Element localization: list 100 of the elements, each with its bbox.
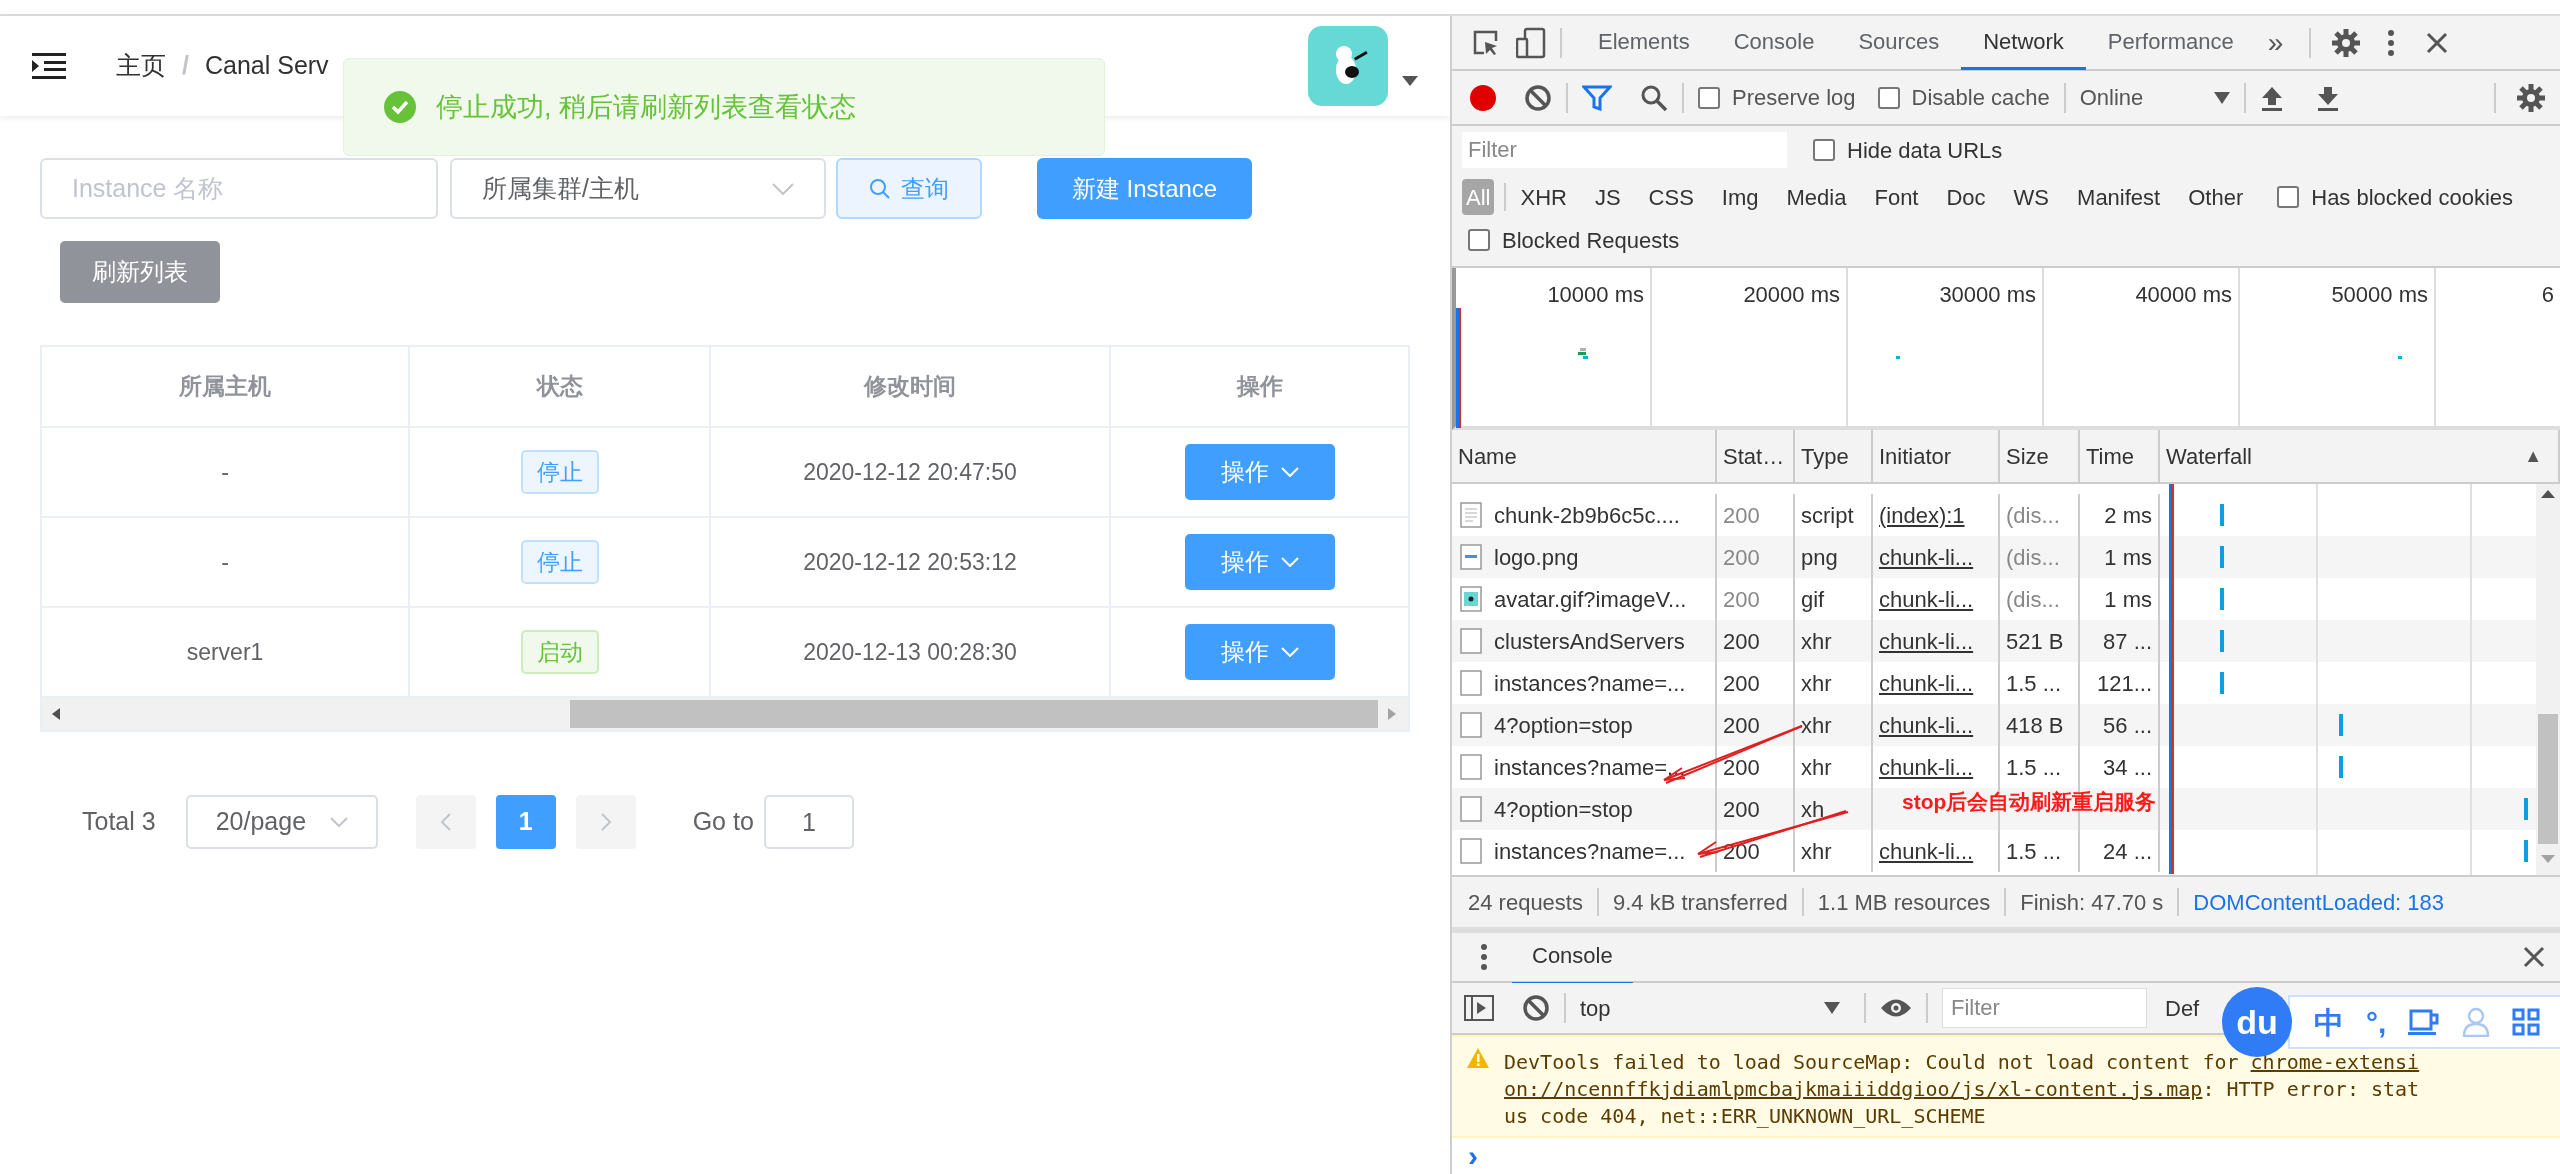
sort-indicator[interactable]: ▲ <box>2524 442 2542 470</box>
throttling-select[interactable]: Online <box>2079 81 2230 114</box>
resource-type-filter[interactable]: Img <box>1717 179 1763 215</box>
column-header[interactable]: Initiator <box>1879 439 1952 473</box>
column-header[interactable]: Time <box>2086 439 2135 473</box>
context-select[interactable]: top <box>1580 991 1850 1025</box>
request-size: 521 B <box>2006 627 2064 656</box>
resource-type-filter[interactable]: Other <box>2184 179 2248 215</box>
initiator-link[interactable]: chunk-li... <box>1879 624 1974 658</box>
timeline-tick-label: 50000 ms <box>2331 281 2428 309</box>
resource-type-filter[interactable]: Manifest <box>2073 179 2165 215</box>
timeline-tick-label: 20000 ms <box>1743 281 1840 309</box>
initiator-link[interactable]: chunk-li... <box>1879 708 1974 742</box>
checkbox-label[interactable]: Disable cache <box>1911 81 2050 114</box>
initiator-link[interactable]: (index):1 <box>1879 498 1965 532</box>
table-cell: 2020-12-12 20:53:12 <box>711 518 1111 606</box>
initiator-link[interactable]: chunk-li... <box>1879 540 1974 574</box>
resource-type-filter[interactable]: Font <box>1870 179 1923 215</box>
summary-text: DOMContentLoaded: 183 <box>2193 888 2445 917</box>
annotation-text: stop后会自动刷新重启服务 <box>1902 789 2157 815</box>
request-size: (dis... <box>2006 501 2060 530</box>
summary-text: 9.4 kB transferred <box>1612 888 1788 917</box>
request-time: 1 ms <box>2104 543 2152 572</box>
checkbox-label[interactable]: Has blocked cookies <box>2311 180 2514 214</box>
request-time: 34 ... <box>2103 753 2152 782</box>
request-name[interactable]: instances?name=... <box>1494 834 1686 868</box>
table-cell: - <box>42 428 410 516</box>
timeline-tick-label: 30000 ms <box>1939 281 2036 309</box>
request-name[interactable]: clustersAndServers <box>1494 624 1685 658</box>
page-size-select[interactable]: 20/page <box>185 795 378 849</box>
column-header: 修改时间 <box>711 347 1111 426</box>
request-type: xhr <box>1801 753 1832 782</box>
request-name[interactable]: avatar.gif?imageV... <box>1494 582 1687 616</box>
toast-message: 停止成功, 稍后请刷新列表查看状态 <box>436 90 856 124</box>
request-time: 24 ... <box>2103 837 2152 866</box>
column-header[interactable]: Size <box>2006 439 2049 473</box>
table-cell: 2020-12-12 20:47:50 <box>711 428 1111 516</box>
request-name[interactable]: 4?option=stop <box>1494 792 1633 826</box>
request-type: xhr <box>1801 669 1832 698</box>
initiator-link[interactable]: chunk-li... <box>1879 834 1974 868</box>
request-type: png <box>1801 543 1838 572</box>
timeline-tick-label: 10000 ms <box>1547 281 1644 309</box>
goto-label: Go to <box>692 806 754 838</box>
checkbox-label[interactable]: Hide data URLs <box>1847 133 2003 167</box>
breadcrumb-item[interactable]: Canal Serv <box>204 47 329 85</box>
table-cell: - <box>42 518 410 606</box>
goto-page-input[interactable]: 1 <box>763 795 854 849</box>
initiator-link[interactable]: chunk-li... <box>1879 582 1974 616</box>
table-cell: 2020-12-13 00:28:30 <box>711 608 1111 696</box>
status-code: 200 <box>1723 501 1760 530</box>
log-levels-select[interactable]: Def <box>2165 991 2200 1025</box>
request-name[interactable]: 4?option=stop <box>1494 708 1633 742</box>
request-time: 87 ... <box>2103 627 2152 656</box>
resource-type-filter[interactable]: XHR <box>1516 179 1571 215</box>
initiator-link[interactable]: chunk-li... <box>1879 750 1974 784</box>
request-time: 1 ms <box>2104 585 2152 614</box>
devtools-tab[interactable]: Performance <box>2085 15 2256 70</box>
request-size: 1.5 ... <box>2006 753 2062 782</box>
checkbox-label[interactable]: Blocked Requests <box>1502 223 1680 257</box>
more-tabs-button[interactable]: » <box>2255 21 2296 64</box>
devtools-tab[interactable]: Elements <box>1576 15 1712 70</box>
request-name[interactable]: chunk-2b9b6c5c.... <box>1494 498 1680 532</box>
request-name[interactable]: instances?name=... <box>1494 666 1686 700</box>
request-name[interactable]: logo.png <box>1494 540 1579 574</box>
summary-text: 24 requests <box>1468 888 1583 917</box>
request-type: xhr <box>1801 837 1832 866</box>
column-header[interactable]: Stat… <box>1723 439 1785 473</box>
cluster-select[interactable]: 所属集群/主机 <box>450 158 826 219</box>
initiator-link[interactable]: chunk-li... <box>1879 666 1974 700</box>
resource-type-filter[interactable]: Doc <box>1942 179 1990 215</box>
column-header[interactable]: Type <box>1801 439 1849 473</box>
summary-text: 1.1 MB resources <box>1817 888 1991 917</box>
status-tag: 启动 <box>520 630 599 674</box>
request-time: 121... <box>2096 669 2152 698</box>
checkbox-label[interactable]: Preserve log <box>1732 81 1856 114</box>
filter-input[interactable]: Filter <box>1462 132 1787 168</box>
punctuation-toggle[interactable]: °, <box>2366 999 2387 1045</box>
resource-type-filter[interactable]: JS <box>1590 179 1625 215</box>
console-filter-input[interactable]: Filter <box>1942 988 2147 1028</box>
breadcrumb-separator: / <box>182 50 189 82</box>
devtools-tab[interactable]: Console <box>1711 15 1837 70</box>
column-header[interactable]: Name <box>1458 439 1517 473</box>
request-type: xhr <box>1801 627 1832 656</box>
console-prompt[interactable]: › <box>1468 1141 1478 1171</box>
name-input[interactable]: Instance 名称 <box>40 158 438 219</box>
devtools-tab[interactable]: Sources <box>1836 15 1962 70</box>
column-header: 所属主机 <box>42 347 410 426</box>
resource-type-filter[interactable]: CSS <box>1644 179 1698 215</box>
column-header[interactable]: Waterfall <box>2166 439 2252 473</box>
timeline-tick-label: 40000 ms <box>2135 281 2232 309</box>
request-size: (dis... <box>2006 585 2060 614</box>
breadcrumb-item[interactable]: 主页 <box>116 47 166 85</box>
ime-mode-toggle[interactable]: 中 <box>2314 999 2344 1045</box>
resource-type-filter[interactable]: WS <box>2009 179 2054 215</box>
request-size: (dis... <box>2006 543 2060 572</box>
column-header: 操作 <box>1235 372 1284 402</box>
request-size: 1.5 ... <box>2006 837 2062 866</box>
resource-type-filter[interactable]: Media <box>1782 179 1851 215</box>
timeline-tick-label: 6 <box>2541 281 2554 309</box>
request-name[interactable]: instances?name=... <box>1494 750 1686 784</box>
